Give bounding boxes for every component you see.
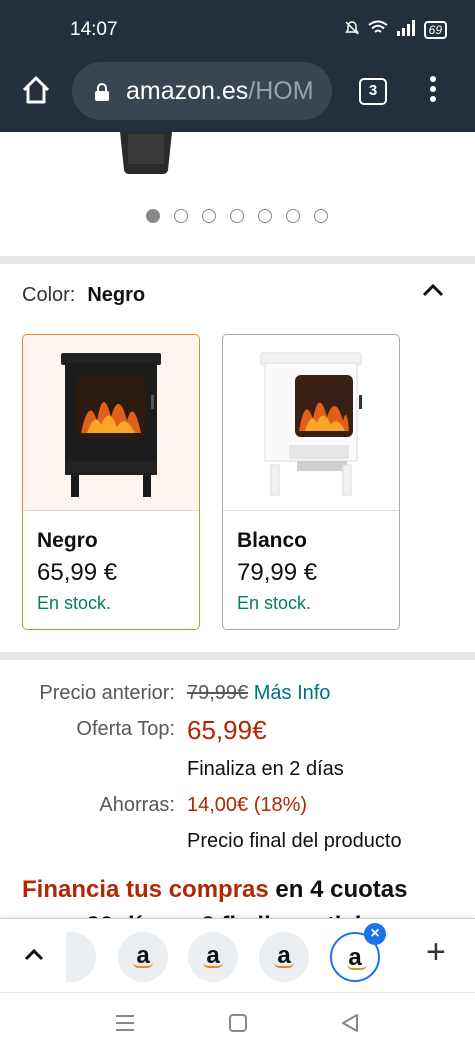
tab-thumbnail[interactable] [66,932,96,982]
carousel-dot[interactable] [146,209,160,223]
browser-header: 14:07 69 amazon.es/HOM 3 [0,0,475,132]
carousel-dot[interactable] [174,209,188,223]
carousel-dot[interactable] [202,209,216,223]
home-button[interactable] [18,72,54,108]
carousel-dot[interactable] [314,209,328,223]
mute-icon [344,20,360,40]
url-bar[interactable]: amazon.es/HOM [72,62,332,120]
option-price: 79,99 € [237,559,318,586]
system-nav-bar [0,992,475,1056]
home-icon [22,76,50,104]
carousel-dot[interactable] [230,209,244,223]
color-selector-header: Color: Negro [22,284,145,307]
section-divider [0,256,475,264]
section-divider [0,652,475,660]
financing-highlight: Financia tus compras [22,876,269,903]
carousel-dot[interactable] [258,209,272,223]
color-option-blanco[interactable]: Blanco 79,99 € En stock. [222,334,400,630]
deal-price-label: Oferta Top: [76,718,175,740]
back-triangle-icon[interactable] [340,1013,360,1038]
savings-value: 14,00€ (18%) [187,794,308,816]
final-price-note: Precio final del producto [187,830,402,852]
tab-thumbnail-amazon[interactable]: a [118,932,168,982]
color-selected-value: Negro [87,284,146,306]
tab-switcher-button[interactable]: 3 [359,78,387,105]
deal-ends-text: Finaliza en 2 días [187,758,344,780]
previous-price-row: 79,99€ Más Info [187,682,330,705]
financing-banner[interactable]: Financia tus compras en 4 cuotas [22,876,407,904]
tab-thumbnail-amazon[interactable]: a [259,932,309,982]
option-name: Blanco [237,529,308,552]
carousel-dot[interactable] [286,209,300,223]
fireplace-image-black [23,335,199,511]
status-icons: 69 [344,20,447,40]
product-image[interactable] [118,132,174,176]
recents-menu-icon[interactable] [114,1013,136,1038]
color-label: Color: [22,284,76,306]
status-bar: 14:07 69 [0,0,475,58]
signal-icon [396,20,416,40]
menu-icon[interactable] [428,76,438,106]
option-price: 65,99 € [37,559,118,586]
option-name: Negro [37,529,98,552]
financing-rest: en 4 cuotas [268,876,408,903]
home-square-icon[interactable] [228,1013,248,1038]
wifi-icon [368,20,388,40]
previous-price-label: Precio anterior: [39,682,175,704]
tab-strip: a a a a [0,918,475,992]
url-text[interactable]: amazon.es/HOM [126,77,324,106]
lock-icon [94,82,110,107]
option-stock: En stock. [37,593,112,613]
new-tab-button[interactable]: + [426,935,446,969]
chevron-up-icon [422,283,444,297]
savings-label: Ahorras: [99,794,175,816]
status-time: 14:07 [70,19,118,40]
previous-price-value: 79,99€ [187,682,249,704]
collapse-button[interactable] [420,280,446,300]
battery-icon: 69 [423,21,447,39]
expand-tabs-button[interactable] [22,945,46,965]
close-tab-icon[interactable]: × [364,923,386,945]
more-info-link[interactable]: Más Info [254,682,331,704]
chevron-up-icon [24,948,44,961]
image-carousel-dots[interactable] [146,209,328,223]
tab-thumbnail-amazon[interactable]: a [188,932,238,982]
fireplace-image-white [223,335,399,511]
deal-price-value: 65,99€ [187,715,267,745]
color-option-negro[interactable]: Negro 65,99 € En stock. [22,334,200,630]
option-stock: En stock. [237,593,312,613]
